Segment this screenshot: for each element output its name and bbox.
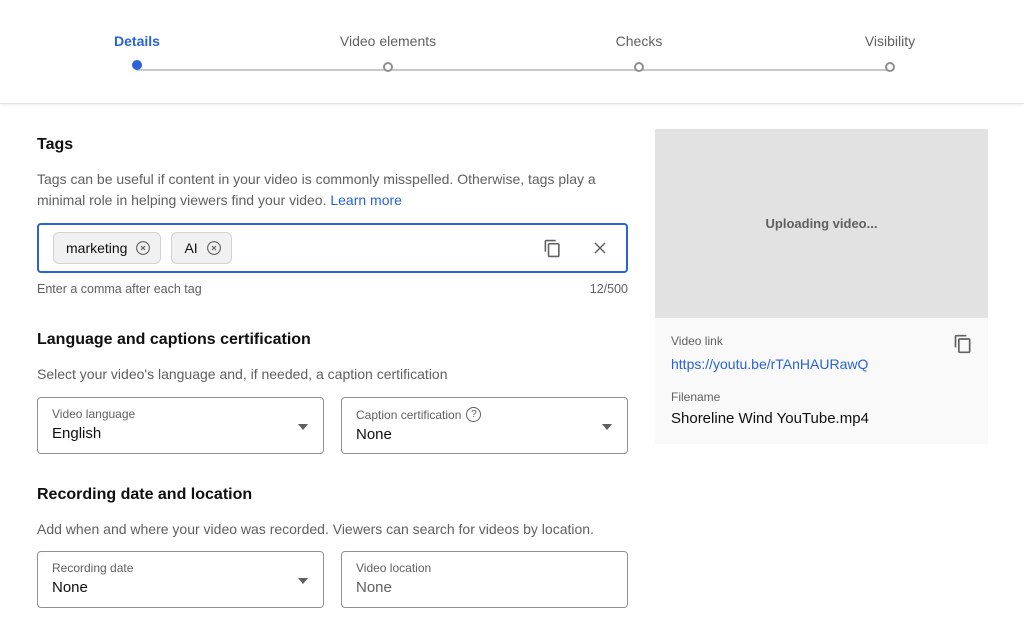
video-preview-card: Uploading video... Video link https://yo…	[655, 129, 988, 444]
video-location-field[interactable]: Video location None	[341, 551, 628, 608]
step-video-elements[interactable]: Video elements	[308, 33, 468, 72]
remove-tag-icon[interactable]	[134, 239, 152, 257]
caption-certification-dropdown[interactable]: Caption certification ? None	[341, 397, 628, 454]
video-preview: Uploading video...	[655, 129, 988, 318]
question-mark-icon[interactable]: ?	[466, 407, 481, 422]
step-details[interactable]: Details	[57, 33, 217, 70]
tag-chip-label: AI	[184, 240, 197, 256]
copy-tags-icon[interactable]	[541, 237, 564, 260]
tags-helper-row: Enter a comma after each tag 12/500	[37, 282, 628, 296]
stepper-track	[137, 69, 890, 71]
step-visibility[interactable]: Visibility	[810, 33, 970, 72]
language-dropdown-row: Video language English Caption certifica…	[37, 397, 628, 454]
learn-more-link[interactable]: Learn more	[330, 192, 402, 208]
step-label: Video elements	[340, 33, 436, 49]
tags-section-title: Tags	[37, 137, 628, 153]
video-info-panel: Video link https://youtu.be/rTAnHAURawQ …	[655, 318, 988, 444]
tags-char-counter: 12/500	[590, 282, 628, 296]
tag-chip-label: marketing	[66, 240, 127, 256]
step-checks[interactable]: Checks	[559, 33, 719, 72]
language-section-title: Language and captions certification	[37, 332, 628, 348]
recording-section-title: Recording date and location	[37, 487, 628, 503]
step-dot-icon[interactable]	[885, 62, 895, 72]
tag-chip: marketing	[53, 232, 161, 264]
caption-certification-label: Caption certification ?	[356, 407, 613, 422]
caption-certification-label-text: Caption certification	[356, 408, 461, 422]
video-link[interactable]: https://youtu.be/rTAnHAURawQ	[671, 356, 972, 372]
recording-dropdown-row: Recording date None Video location None	[37, 551, 628, 608]
remove-tag-icon[interactable]	[205, 239, 223, 257]
tag-chip: AI	[171, 232, 231, 264]
recording-date-label: Recording date	[52, 561, 309, 575]
step-label: Details	[114, 33, 160, 49]
filename-value: Shoreline Wind YouTube.mp4	[671, 410, 972, 428]
step-dot-active-icon[interactable]	[132, 60, 142, 70]
chevron-down-icon	[602, 424, 612, 430]
recording-date-value: None	[52, 579, 309, 597]
tags-section-description: Tags can be useful if content in your vi…	[37, 169, 615, 211]
video-link-label: Video link	[671, 334, 972, 348]
chevron-down-icon	[298, 578, 308, 584]
filename-label: Filename	[671, 390, 972, 404]
video-language-dropdown[interactable]: Video language English	[37, 397, 324, 454]
video-location-value: None	[356, 579, 613, 597]
video-language-value: English	[52, 425, 309, 443]
step-dot-icon[interactable]	[634, 62, 644, 72]
chevron-down-icon	[298, 424, 308, 430]
copy-link-icon[interactable]	[951, 332, 975, 356]
step-label: Checks	[616, 33, 663, 49]
step-label: Visibility	[865, 33, 915, 49]
language-section-description: Select your video's language and, if nee…	[37, 364, 615, 385]
tags-helper-text: Enter a comma after each tag	[37, 282, 202, 296]
stepper-header: Details Video elements Checks Visibility	[0, 0, 1024, 104]
clear-tags-icon[interactable]	[588, 236, 612, 260]
details-form: Tags Tags can be useful if content in yo…	[37, 137, 628, 608]
tags-input[interactable]: marketing AI	[37, 223, 628, 273]
recording-date-dropdown[interactable]: Recording date None	[37, 551, 324, 608]
upload-status-text: Uploading video...	[766, 216, 878, 231]
video-location-label: Video location	[356, 561, 613, 575]
tags-description-text: Tags can be useful if content in your vi…	[37, 171, 596, 208]
recording-section-description: Add when and where your video was record…	[37, 519, 615, 540]
video-language-label: Video language	[52, 407, 309, 421]
caption-certification-value: None	[356, 426, 613, 444]
step-dot-icon[interactable]	[383, 62, 393, 72]
